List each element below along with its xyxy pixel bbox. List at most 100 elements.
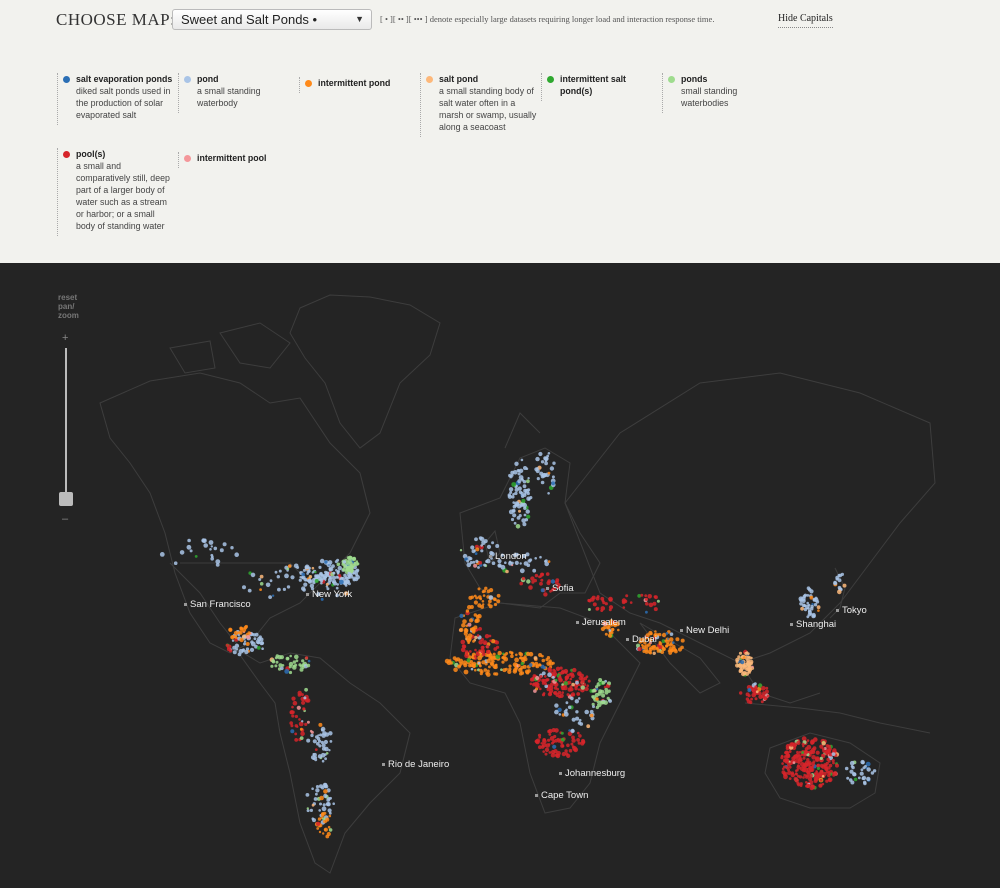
pond-marker [228, 628, 233, 632]
pond-marker [325, 752, 329, 755]
pond-marker [495, 640, 499, 645]
pond-marker [213, 546, 218, 551]
pond-marker [785, 750, 789, 754]
pond-marker [542, 739, 547, 744]
pond-marker [744, 651, 748, 656]
pond-marker [649, 651, 652, 655]
legend-item-salt-pond[interactable]: salt pond a small standing body of salt … [420, 73, 538, 137]
pond-marker [232, 650, 237, 655]
pond-marker [796, 764, 800, 768]
pond-marker [507, 493, 511, 497]
legend-item-intermittent-salt-ponds[interactable]: intermittent salt pond(s) [541, 73, 659, 101]
pond-marker [341, 567, 347, 572]
pond-marker [277, 655, 282, 660]
reset-pan-zoom-button[interactable]: reset pan/ zoom [58, 293, 88, 320]
pond-marker [665, 639, 670, 644]
pond-marker [286, 567, 290, 570]
pond-marker [601, 700, 606, 705]
pond-marker [548, 733, 552, 736]
legend-item-ponds[interactable]: ponds small standing waterbodies [662, 73, 780, 113]
pond-marker [242, 585, 246, 590]
pond-marker [747, 688, 752, 693]
pond-marker [345, 576, 349, 580]
pond-marker [800, 606, 804, 611]
zoom-in-button[interactable]: + [62, 332, 68, 344]
pond-marker [482, 652, 486, 656]
capital-marker-icon [306, 592, 309, 596]
pond-marker [817, 609, 820, 612]
pond-marker [518, 509, 521, 513]
pond-marker [508, 473, 512, 478]
pond-marker [799, 602, 803, 606]
pond-marker [746, 658, 750, 663]
legend-item-pools[interactable]: pool(s) a small and comparatively still,… [57, 148, 175, 236]
pond-marker [645, 602, 649, 606]
pond-marker [249, 647, 255, 652]
pond-marker [534, 557, 537, 560]
pond-marker [801, 742, 805, 746]
capital-name: New Delhi [686, 625, 730, 636]
pond-marker [674, 649, 678, 654]
legend-item-pond[interactable]: pond a small standing waterbody [178, 73, 296, 113]
pond-marker [655, 646, 659, 650]
pond-marker [571, 729, 575, 733]
pond-marker [642, 649, 646, 653]
pond-marker [459, 549, 463, 552]
pond-marker [540, 578, 544, 582]
zoom-slider-track[interactable] [65, 348, 67, 498]
pond-marker [464, 653, 469, 658]
pond-marker [328, 749, 331, 752]
hide-capitals-toggle[interactable]: Hide Capitals [778, 13, 833, 28]
pond-marker [672, 641, 675, 644]
pond-marker [304, 687, 308, 692]
pond-marker [738, 651, 743, 655]
pond-marker [461, 623, 466, 628]
pond-marker [329, 740, 333, 743]
pond-marker [514, 491, 518, 496]
pond-marker [735, 657, 740, 662]
pond-marker [816, 764, 820, 768]
pond-marker [563, 711, 569, 717]
pond-marker [515, 524, 521, 529]
pond-marker [802, 756, 806, 760]
legend-item-salt-evaporation-ponds[interactable]: salt evaporation ponds diked salt ponds … [57, 73, 175, 125]
pond-marker [831, 752, 836, 756]
pond-marker [332, 802, 336, 805]
pond-marker [302, 707, 306, 711]
pond-marker [576, 692, 581, 696]
zoom-slider-thumb[interactable] [59, 492, 73, 506]
pond-marker [848, 778, 853, 782]
zoom-out-button[interactable]: – [62, 513, 68, 525]
pond-marker [470, 667, 474, 671]
pond-marker [472, 630, 476, 634]
pond-marker [320, 581, 323, 585]
pond-marker [469, 660, 473, 664]
pond-marker [617, 628, 620, 632]
pond-marker [333, 581, 337, 586]
pond-marker [475, 547, 480, 552]
pond-marker [577, 741, 581, 745]
map-canvas[interactable] [0, 263, 1000, 888]
pond-marker [259, 641, 264, 646]
pond-marker [459, 613, 464, 618]
pond-marker [652, 651, 656, 655]
legend-description: a small standing waterbody [197, 86, 261, 108]
pond-marker [239, 626, 244, 631]
legend-item-intermittent-pool[interactable]: intermittent pool [178, 152, 296, 168]
pond-marker [754, 697, 758, 701]
pond-marker [474, 635, 478, 640]
map-select-dropdown[interactable]: Sweet and Salt Ponds • ▼ [172, 9, 372, 30]
pond-marker [578, 718, 582, 722]
legend-item-intermittent-pond[interactable]: intermittent pond [299, 77, 417, 93]
pond-marker [808, 762, 812, 766]
capital-marker-icon [836, 608, 839, 612]
world-map[interactable]: reset pan/ zoom + – San Francisco New Yo… [0, 263, 1000, 888]
pond-marker [570, 696, 574, 701]
pond-marker [292, 700, 298, 706]
pond-marker [742, 664, 746, 668]
pond-marker [660, 650, 665, 654]
pond-marker [313, 797, 318, 801]
pond-marker [328, 828, 333, 832]
pond-marker [284, 669, 290, 674]
pond-marker [561, 691, 564, 694]
